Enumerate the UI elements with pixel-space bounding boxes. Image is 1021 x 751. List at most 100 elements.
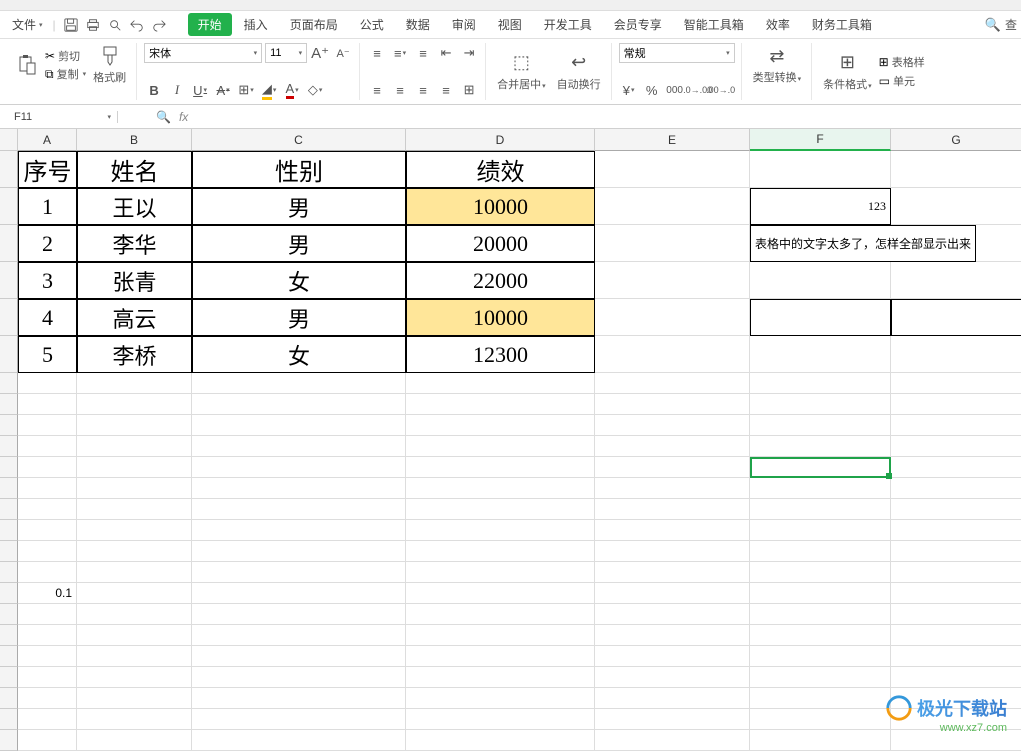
copy-button[interactable]: ⧉复制▾: [45, 66, 86, 82]
cell[interactable]: [406, 583, 595, 604]
row-header[interactable]: [0, 646, 18, 667]
cell[interactable]: [595, 436, 750, 457]
decrease-font-button[interactable]: A⁻: [333, 43, 353, 63]
row-header[interactable]: [0, 336, 18, 373]
merge-center-button[interactable]: ⬚合并居中▾: [493, 50, 550, 94]
cell[interactable]: [77, 583, 192, 604]
cell[interactable]: [192, 520, 406, 541]
cell[interactable]: [595, 730, 750, 751]
cell[interactable]: [406, 394, 595, 415]
cell[interactable]: [595, 499, 750, 520]
spreadsheet-grid[interactable]: ABCDEFG 序号姓名性别绩效1王以男100002李华男200003张青女22…: [0, 129, 1021, 719]
row-header[interactable]: [0, 478, 18, 499]
cell[interactable]: [192, 604, 406, 625]
row-header[interactable]: [0, 709, 18, 730]
cell[interactable]: 0.1: [18, 583, 77, 604]
cell[interactable]: 1: [18, 188, 77, 225]
cell[interactable]: 姓名: [77, 151, 192, 188]
cell[interactable]: [77, 604, 192, 625]
increase-indent-button[interactable]: ⇥: [459, 43, 479, 63]
cell[interactable]: [595, 646, 750, 667]
cell[interactable]: [891, 730, 1021, 751]
cell[interactable]: [406, 457, 595, 478]
tab-data[interactable]: 数据: [396, 13, 440, 36]
name-box[interactable]: F11▾: [8, 111, 118, 123]
cell[interactable]: [18, 520, 77, 541]
cell[interactable]: [750, 262, 891, 299]
cut-button[interactable]: ✂剪切: [45, 48, 86, 64]
row-header[interactable]: [0, 625, 18, 646]
cell[interactable]: [18, 667, 77, 688]
cell[interactable]: [77, 478, 192, 499]
cell[interactable]: 4: [18, 299, 77, 336]
cell[interactable]: [891, 478, 1021, 499]
cell[interactable]: [77, 625, 192, 646]
fill-color-button[interactable]: ◢▾: [259, 80, 279, 100]
cell[interactable]: [18, 562, 77, 583]
cell[interactable]: [406, 709, 595, 730]
cell[interactable]: [891, 188, 1021, 225]
cell[interactable]: [595, 151, 750, 188]
percent-button[interactable]: %: [642, 80, 662, 100]
cell[interactable]: [750, 520, 891, 541]
cell[interactable]: [750, 583, 891, 604]
cell[interactable]: [750, 709, 891, 730]
align-bottom-button[interactable]: ≡: [413, 43, 433, 63]
cell[interactable]: [750, 541, 891, 562]
cell[interactable]: [406, 499, 595, 520]
cell[interactable]: [77, 457, 192, 478]
cell[interactable]: [192, 394, 406, 415]
orientation-button[interactable]: ⊞: [459, 80, 479, 100]
cell[interactable]: 王以: [77, 188, 192, 225]
cell[interactable]: [406, 520, 595, 541]
cell[interactable]: [750, 478, 891, 499]
tab-layout[interactable]: 页面布局: [280, 13, 348, 36]
cell[interactable]: [192, 730, 406, 751]
cell[interactable]: [595, 478, 750, 499]
cell[interactable]: [77, 520, 192, 541]
cell[interactable]: [77, 688, 192, 709]
cell[interactable]: [595, 415, 750, 436]
cell[interactable]: [595, 457, 750, 478]
font-size-select[interactable]: 11▾: [265, 43, 307, 63]
row-header[interactable]: [0, 415, 18, 436]
cell[interactable]: [192, 562, 406, 583]
cell[interactable]: [595, 262, 750, 299]
cell[interactable]: [406, 688, 595, 709]
cell[interactable]: [18, 373, 77, 394]
cell[interactable]: [891, 667, 1021, 688]
cell[interactable]: [18, 499, 77, 520]
tab-efficiency[interactable]: 效率: [756, 13, 800, 36]
cell[interactable]: [891, 709, 1021, 730]
cell[interactable]: [750, 562, 891, 583]
row-header[interactable]: [0, 373, 18, 394]
cell[interactable]: 女: [192, 262, 406, 299]
currency-button[interactable]: ¥▾: [619, 80, 639, 100]
row-header[interactable]: [0, 730, 18, 751]
row-header[interactable]: [0, 541, 18, 562]
cell[interactable]: [595, 688, 750, 709]
row-header[interactable]: [0, 299, 18, 336]
increase-decimal-button[interactable]: .0→.00: [688, 80, 708, 100]
row-header[interactable]: [0, 583, 18, 604]
row-header[interactable]: [0, 604, 18, 625]
cell[interactable]: [595, 299, 750, 336]
cell[interactable]: [891, 262, 1021, 299]
cell[interactable]: [891, 541, 1021, 562]
cell[interactable]: [192, 688, 406, 709]
cell[interactable]: [891, 336, 1021, 373]
cell[interactable]: 男: [192, 188, 406, 225]
cell[interactable]: 高云: [77, 299, 192, 336]
row-header[interactable]: [0, 225, 18, 262]
cell[interactable]: [750, 625, 891, 646]
cell[interactable]: [750, 457, 891, 478]
search-label[interactable]: 查: [1005, 16, 1017, 33]
cell[interactable]: 表格中的文字太多了，怎样全部显示出来: [750, 225, 976, 262]
cell[interactable]: [891, 373, 1021, 394]
cell[interactable]: [18, 394, 77, 415]
cell[interactable]: [192, 583, 406, 604]
cell[interactable]: [18, 709, 77, 730]
cell[interactable]: [192, 499, 406, 520]
cell[interactable]: [891, 436, 1021, 457]
cell[interactable]: [406, 541, 595, 562]
